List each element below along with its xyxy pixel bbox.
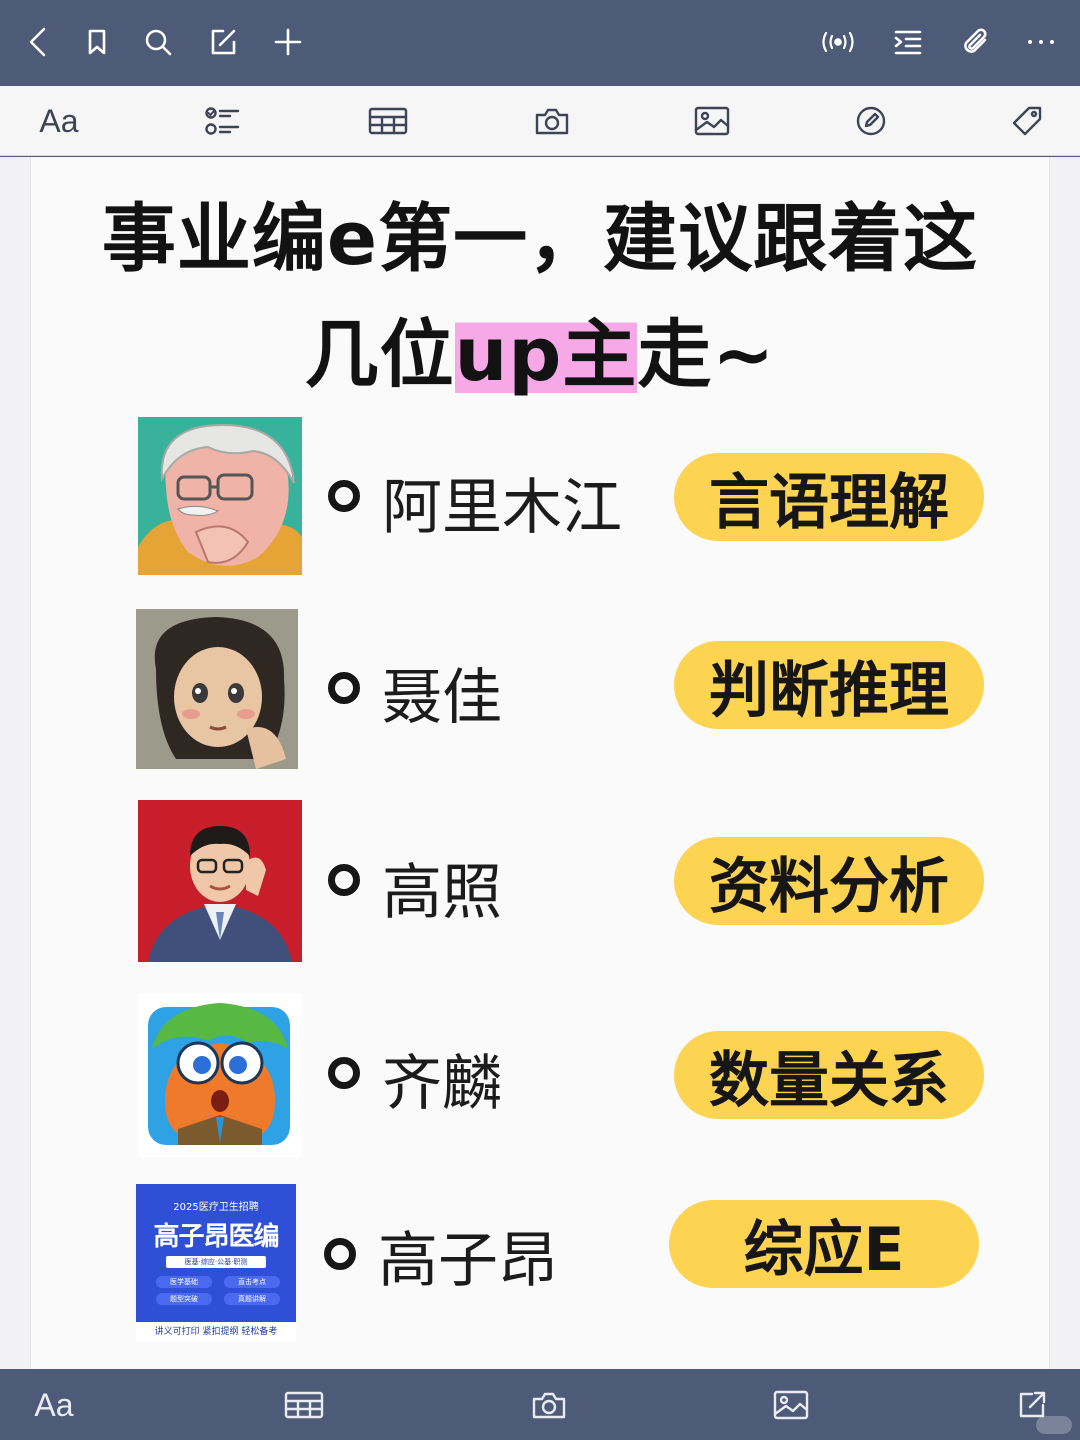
list-item: 阿里木江 言语理解 <box>0 417 1080 582</box>
plus-icon[interactable] <box>264 18 312 66</box>
course-cover-avatar: 2025医疗卫生招聘 高子昂医编 医基·综应·公基·职测 医学基础 直击考点 题… <box>136 1184 296 1342</box>
title-text-after: 走~ <box>637 312 776 398</box>
list-item: 高照 资料分析 <box>0 800 1080 965</box>
format-toolbar: Aa <box>0 86 1080 156</box>
cover-tag: 题型突破 <box>156 1293 212 1305</box>
up-name: 聂佳 <box>382 663 502 733</box>
back-arrow-icon[interactable] <box>15 18 63 66</box>
font-format-label: Aa <box>39 102 79 139</box>
search-icon[interactable] <box>134 18 182 66</box>
cover-footer: 讲义可打印 紧扣提纲 轻松备考 <box>136 1322 296 1342</box>
pen-circle-icon[interactable] <box>846 96 896 146</box>
bottom-toolbar: Aa <box>0 1369 1080 1440</box>
cover-year-line: 2025医疗卫生招聘 <box>173 1202 259 1213</box>
camera-icon[interactable] <box>527 96 577 146</box>
up-name: 高照 <box>382 858 502 928</box>
image-icon[interactable] <box>767 1381 815 1429</box>
tag-icon[interactable] <box>1002 96 1052 146</box>
up-name: 齐麟 <box>382 1049 502 1119</box>
up-name: 高子昂 <box>378 1226 558 1296</box>
bullet-icon <box>328 672 360 704</box>
bullet-icon <box>328 1057 360 1089</box>
bookmark-icon[interactable] <box>73 18 121 66</box>
cartoon-mascot-avatar <box>138 993 302 1157</box>
font-format-button[interactable]: Aa <box>30 1381 78 1429</box>
subject-badge: 言语理解 <box>674 453 984 541</box>
edit-icon[interactable] <box>199 18 247 66</box>
paperclip-icon[interactable] <box>952 18 1000 66</box>
old-man-cartoon-avatar <box>138 417 302 575</box>
title-highlight: up主 <box>454 312 638 398</box>
font-format-label: Aa <box>34 1386 74 1423</box>
title-text-before: 几位 <box>304 312 455 398</box>
girl-painting-avatar <box>136 609 298 769</box>
cover-tag: 真题讲解 <box>224 1293 280 1305</box>
list-item: 2025医疗卫生招聘 高子昂医编 医基·综应·公基·职测 医学基础 直击考点 题… <box>0 1184 1080 1349</box>
bullet-icon <box>324 1238 356 1270</box>
note-title-line-2: 几位up主走~ <box>0 295 1080 402</box>
subject-badge: 资料分析 <box>674 837 984 925</box>
table-icon[interactable] <box>280 1381 328 1429</box>
checklist-icon[interactable] <box>198 96 248 146</box>
image-icon[interactable] <box>687 96 737 146</box>
top-nav-bar <box>0 0 1080 86</box>
bullet-icon <box>328 480 360 512</box>
camera-icon[interactable] <box>525 1381 573 1429</box>
list-item: 聂佳 判断推理 <box>0 609 1080 774</box>
cover-subtitle: 医基·综应·公基·职测 <box>166 1256 266 1268</box>
cover-tag: 医学基础 <box>156 1276 212 1288</box>
subject-badge: 数量关系 <box>674 1031 984 1119</box>
up-name: 阿里木江 <box>382 473 622 543</box>
subject-badge: 判断推理 <box>674 641 984 729</box>
note-page: 事业编e第一，建议跟着这 几位up主走~ 阿里木江 言语理解 聂佳 判断推理 高… <box>0 157 1080 1369</box>
list-item: 齐麟 数量关系 <box>0 993 1080 1158</box>
more-icon[interactable] <box>1017 18 1065 66</box>
cover-brand: 高子昂医编 <box>153 1222 279 1252</box>
note-title-line-1: 事业编e第一，建议跟着这 <box>101 196 979 282</box>
outline-list-icon[interactable] <box>884 18 932 66</box>
broadcast-icon[interactable] <box>814 18 862 66</box>
font-format-button[interactable]: Aa <box>34 96 84 146</box>
watermark <box>1036 1416 1072 1434</box>
man-in-suit-photo-avatar <box>138 800 302 962</box>
bullet-icon <box>328 864 360 896</box>
table-icon[interactable] <box>363 96 413 146</box>
subject-badge: 综应E <box>669 1200 979 1288</box>
cover-tag: 直击考点 <box>224 1276 280 1288</box>
